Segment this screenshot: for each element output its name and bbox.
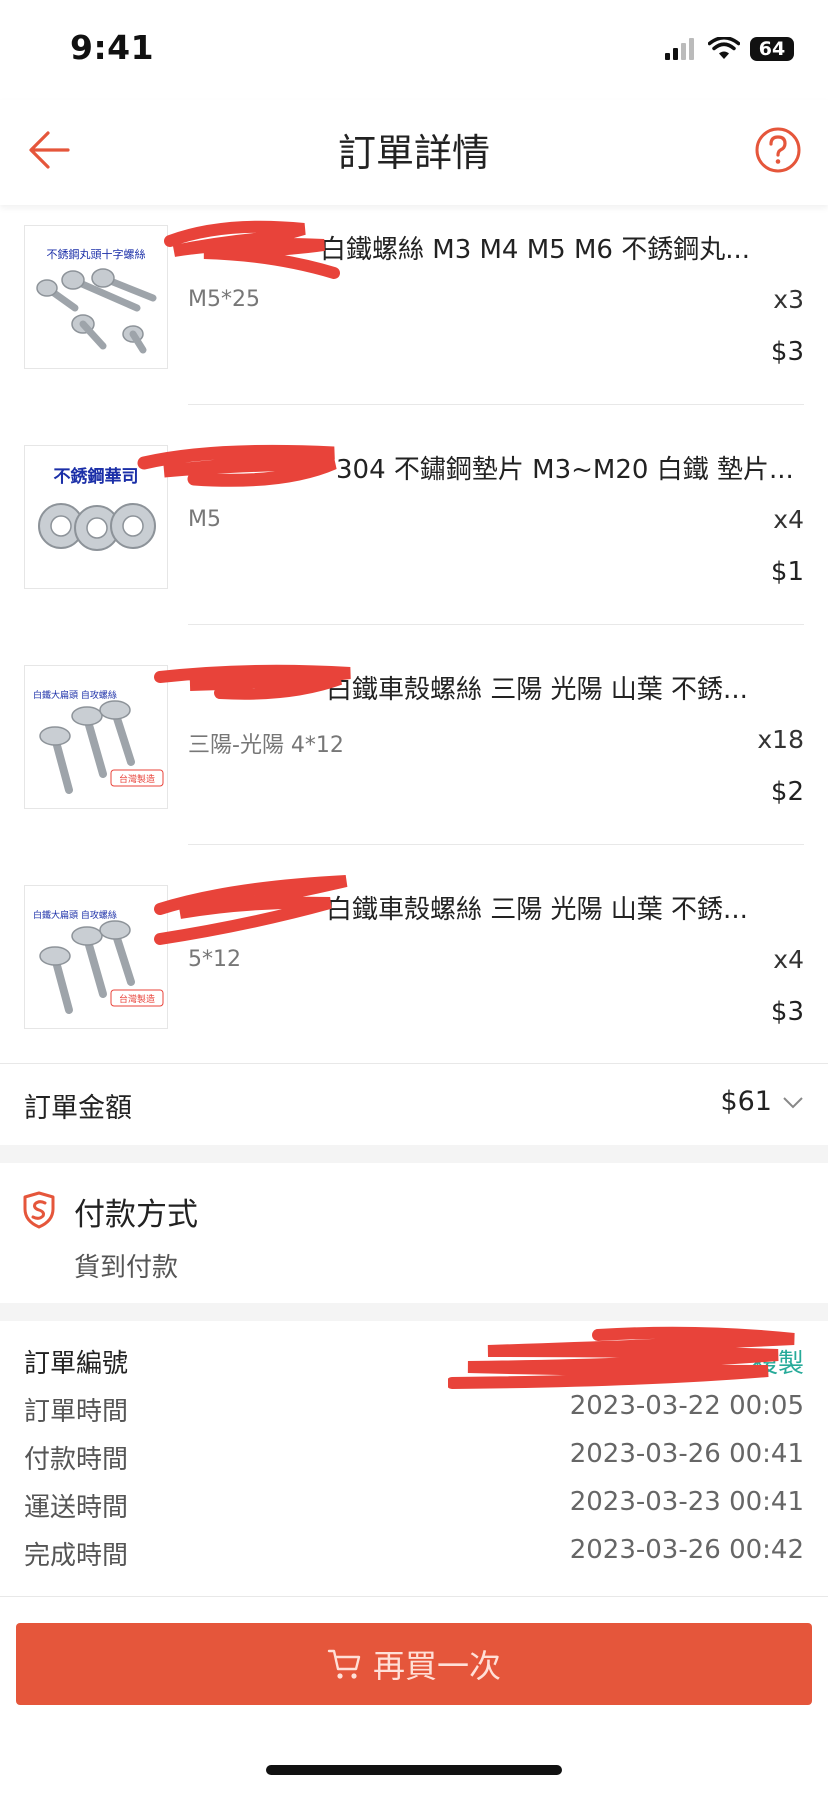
page-title: 訂單詳情 <box>337 131 490 175</box>
payment-time-row: 付款時間 2023-03-26 00:41 <box>0 1433 828 1481</box>
order-info-section: 訂單編號 複製 訂單時間 2023-03-22 00:05 付款時間 2023-… <box>0 1321 828 1591</box>
bottom-action-bar: 再買一次 <box>0 1596 828 1793</box>
product-thumbnail[interactable]: 不銹鋼華司 <box>24 445 168 589</box>
copy-order-number-button[interactable]: 複製 <box>752 1343 804 1380</box>
washers-image: 不銹鋼華司 <box>25 446 167 588</box>
chevron-down-icon[interactable] <box>782 1096 804 1110</box>
screws-image: 不銹鋼丸頭十字螺絲 <box>25 226 167 368</box>
completion-time-row: 完成時間 2023-03-26 00:42 <box>0 1529 828 1577</box>
shipping-time-row: 運送時間 2023-03-23 00:41 <box>0 1481 828 1529</box>
payment-time-value: 2023-03-26 00:41 <box>569 1439 804 1469</box>
order-item[interactable]: 白鐵大扁頭 自攻螺絲 台灣製造 白鐵車殼螺絲 三陽 光陽 山葉 不銹... 5*… <box>0 865 828 1085</box>
battery-indicator: 64 <box>750 37 794 61</box>
product-thumbnail[interactable]: 不銹鋼丸頭十字螺絲 <box>24 225 168 369</box>
order-total-row[interactable]: 訂單金額 $61 <box>0 1063 828 1144</box>
section-divider <box>0 1145 828 1163</box>
product-quantity: x18 <box>757 725 804 754</box>
product-variant: 5*12 <box>188 947 241 972</box>
product-name: 白鐵車殼螺絲 三陽 光陽 山葉 不銹... <box>326 895 748 925</box>
product-thumbnail[interactable]: 白鐵大扁頭 自攻螺絲 台灣製造 <box>24 665 168 809</box>
order-item[interactable]: 白鐵大扁頭 自攻螺絲 台灣製造 白鐵車殼螺絲 三陽 光陽 山葉 不銹... 三陽… <box>0 645 828 865</box>
product-thumbnail[interactable]: 白鐵大扁頭 自攻螺絲 台灣製造 <box>24 885 168 1029</box>
order-time-value: 2023-03-22 00:05 <box>569 1391 804 1421</box>
product-variant: M5 <box>188 507 221 532</box>
screws-image: 白鐵大扁頭 自攻螺絲 台灣製造 <box>25 886 167 1028</box>
product-variant: 三陽-光陽 4*12 <box>188 733 344 758</box>
product-name: 白鐵螺絲 M3 M4 M5 M6 不銹鋼丸... <box>320 235 751 265</box>
redaction-mark <box>164 220 340 279</box>
home-indicator[interactable] <box>266 1765 562 1775</box>
shield-icon <box>23 1191 55 1229</box>
thumbnail-caption: 不銹鋼華司 <box>54 466 139 487</box>
shipping-time-value: 2023-03-23 00:41 <box>569 1487 804 1517</box>
order-time-label: 訂單時間 <box>24 1397 129 1427</box>
shipping-time-label: 運送時間 <box>24 1493 129 1523</box>
order-item[interactable]: 不銹鋼華司 304 不鏽鋼墊片 M3~M20 白鐵 墊片... M5 x4 $1 <box>0 425 828 645</box>
product-name: 白鐵車殼螺絲 三陽 光陽 山葉 不銹... <box>326 675 748 705</box>
payment-time-label: 付款時間 <box>24 1445 129 1475</box>
item-divider <box>188 404 804 405</box>
wifi-icon <box>708 37 740 59</box>
order-total-value: $61 <box>720 1086 772 1117</box>
completion-time-label: 完成時間 <box>24 1541 129 1571</box>
thumbnail-badge: 台灣製造 <box>119 993 155 1005</box>
navigation-bar: 訂單詳情 <box>0 100 828 205</box>
thumbnail-caption: 不銹鋼丸頭十字螺絲 <box>47 247 146 261</box>
thumbnail-caption: 白鐵大扁頭 自攻螺絲 <box>33 689 117 701</box>
buy-again-button[interactable]: 再買一次 <box>16 1623 812 1705</box>
help-icon[interactable] <box>754 126 802 174</box>
status-icons: 64 <box>664 34 794 64</box>
order-time-row: 訂單時間 2023-03-22 00:05 <box>0 1385 828 1433</box>
thumbnail-caption: 白鐵大扁頭 自攻螺絲 <box>33 909 117 921</box>
status-time: 9:41 <box>70 28 155 67</box>
product-variant: M5*25 <box>188 287 260 312</box>
item-divider <box>188 844 804 845</box>
product-quantity: x4 <box>773 505 804 534</box>
product-quantity: x4 <box>773 945 804 974</box>
payment-method-title: 付款方式 <box>74 1197 198 1233</box>
order-total-label: 訂單金額 <box>24 1093 132 1124</box>
status-bar: 9:41 64 <box>0 0 828 100</box>
product-price: $3 <box>770 337 804 367</box>
buy-again-label: 再買一次 <box>372 1647 501 1685</box>
product-quantity: x3 <box>773 285 804 314</box>
order-item[interactable]: 不銹鋼丸頭十字螺絲 白鐵螺絲 M3 M4 M5 M6 不銹鋼丸... M5*25… <box>0 205 828 425</box>
cart-icon <box>327 1649 361 1679</box>
order-number-row: 訂單編號 複製 <box>0 1337 828 1385</box>
product-price: $3 <box>770 997 804 1027</box>
completion-time-value: 2023-03-26 00:42 <box>569 1535 804 1565</box>
screws-image: 白鐵大扁頭 自攻螺絲 台灣製造 <box>25 666 167 808</box>
section-divider <box>0 1303 828 1321</box>
item-divider <box>188 624 804 625</box>
product-price: $1 <box>770 557 804 587</box>
product-name: 304 不鏽鋼墊片 M3~M20 白鐵 墊片... <box>336 455 794 485</box>
product-price: $2 <box>770 777 804 807</box>
thumbnail-badge: 台灣製造 <box>119 773 155 785</box>
payment-section: 付款方式 貨到付款 <box>0 1163 828 1283</box>
payment-method-value: 貨到付款 <box>74 1253 179 1283</box>
signal-icon <box>665 38 694 60</box>
order-number-label: 訂單編號 <box>24 1349 129 1379</box>
